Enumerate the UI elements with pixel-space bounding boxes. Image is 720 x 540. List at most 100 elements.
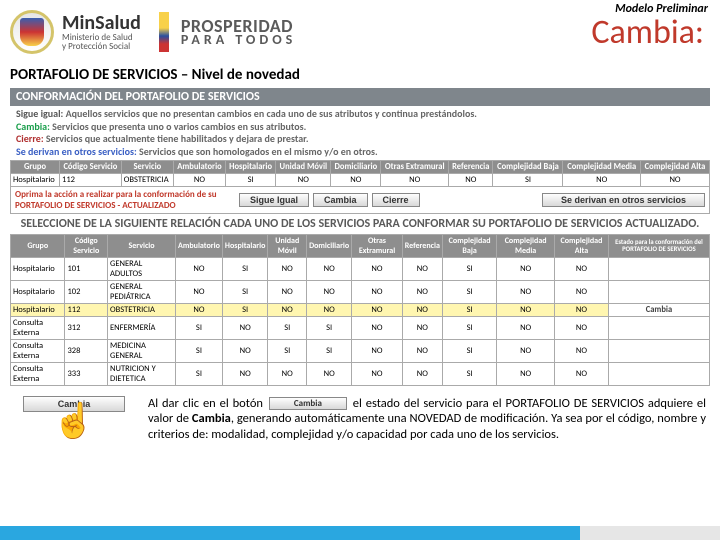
cambia-button[interactable]: Cambia: [313, 193, 368, 207]
footer-bar: [0, 526, 720, 540]
t2-cell: NO: [402, 316, 442, 339]
t2-cell: NO: [222, 362, 267, 385]
t2-cell: NO: [352, 257, 403, 280]
relacion-heading: SELECCIONE DE LA SIGUIENTE RELACIÓN CADA…: [10, 218, 710, 232]
t2-header: Complejidad Alta: [554, 234, 608, 257]
t2-cell: NO: [497, 362, 555, 385]
explain-pre: Al dar clic en el botón: [148, 396, 263, 411]
t1-cell: SI: [225, 174, 275, 187]
t2-cell: 333: [65, 362, 108, 385]
brand-text: MinSalud: [62, 13, 141, 33]
t2-cell: SI: [442, 257, 496, 280]
t1-cell: NO: [331, 174, 381, 187]
t2-cell: SI: [307, 339, 352, 362]
t2-cell: NO: [402, 303, 442, 316]
legend-derivan-label: Se derivan en otros servicios:: [16, 145, 137, 158]
t2-header: Unidad Móvil: [268, 234, 307, 257]
t2-cell: SI: [442, 362, 496, 385]
table-row: Consulta Externa333NUTRICION Y DIETETICA…: [11, 362, 710, 385]
prosperidad-logo: PROSPERIDAD PARA TODOS: [181, 18, 296, 47]
t2-cell: SI: [268, 316, 307, 339]
hand-pointer-icon: ☝: [14, 412, 134, 432]
t2-cell: Consulta Externa: [11, 362, 65, 385]
t1-header: Ambulatorio: [174, 161, 226, 174]
t1-header: Complejidad Baja: [493, 161, 563, 174]
t2-cell: SI: [222, 303, 267, 316]
t2-cell: Hospitalario: [11, 280, 65, 303]
legend-derivan-text: Servicios que son homologados en el mism…: [139, 145, 378, 158]
t2-cell: NO: [554, 362, 608, 385]
t2-cell: OBSTETRICIA: [108, 303, 176, 316]
t1-header: Referencia: [449, 161, 493, 174]
t2-cell: NO: [554, 280, 608, 303]
t2-cell: 102: [65, 280, 108, 303]
oprima-l1: Oprima la acción a realizar para la conf…: [15, 189, 235, 200]
t2-header: Referencia: [402, 234, 442, 257]
t2-cell: Hospitalario: [11, 257, 65, 280]
t2-cell: NO: [497, 316, 555, 339]
t2-cell: NO: [176, 280, 223, 303]
t2-cell: NO: [402, 362, 442, 385]
t2-cell: NO: [497, 303, 555, 316]
t2-cell: NO: [402, 280, 442, 303]
t2-header: Ambulatorio: [176, 234, 223, 257]
t2-cell: NO: [497, 280, 555, 303]
t2-cell: GENERAL ADULTOS: [108, 257, 176, 280]
t1-cell: NO: [276, 174, 331, 187]
t1-cell: SI: [493, 174, 563, 187]
t2-cell: GENERAL PEDIÁTRICA: [108, 280, 176, 303]
t1-cell: NO: [174, 174, 226, 187]
t2-cell: NO: [307, 280, 352, 303]
t2-cell: NO: [222, 316, 267, 339]
t2-cell: NO: [352, 339, 403, 362]
t1-cell: NO: [449, 174, 493, 187]
t2-cell: [608, 316, 709, 339]
explain-bold: Cambia: [192, 411, 231, 426]
t2-cell: SI: [442, 303, 496, 316]
sigue-igual-button[interactable]: Sigue Igual: [239, 193, 309, 207]
t1-header: Unidad Móvil: [276, 161, 331, 174]
t1-cell: OBSTETRICIA: [121, 174, 173, 187]
t2-cell: NO: [307, 257, 352, 280]
t2-header: Grupo: [11, 234, 65, 257]
t1-header: Complejidad Alta: [641, 161, 710, 174]
t2-cell: NO: [554, 316, 608, 339]
cierre-button[interactable]: Cierre: [372, 193, 420, 207]
t1-header: Grupo: [11, 161, 60, 174]
legend-sigue-text: Aquellos servicios que no presentan camb…: [66, 107, 477, 120]
t2-cell: SI: [176, 362, 223, 385]
t2-cell: Hospitalario: [11, 303, 65, 316]
table-portafolio: GrupoCódigo ServicioServicioAmbulatorioH…: [10, 234, 710, 386]
t2-cell: SI: [222, 257, 267, 280]
t2-cell: NO: [176, 257, 223, 280]
t2-cell: NO: [222, 339, 267, 362]
table-row: Consulta Externa328MEDICINA GENERALSINOS…: [11, 339, 710, 362]
table-row: Consulta Externa312ENFERMERÍASINOSISINON…: [11, 316, 710, 339]
explain-post: , generando automáticamente una NOVEDAD …: [148, 411, 706, 442]
t2-cell: SI: [268, 339, 307, 362]
prosperidad-l2: PARA TODOS: [181, 34, 296, 47]
t2-cell: NUTRICION Y DIETETICA: [108, 362, 176, 385]
t2-cell: [608, 257, 709, 280]
t1-header: Servicio: [121, 161, 173, 174]
section-band: CONFORMACIÓN DEL PORTAFOLIO DE SERVICIOS: [10, 88, 710, 106]
t2-cell: 312: [65, 316, 108, 339]
table-service-row: GrupoCódigo ServicioServicioAmbulatorioH…: [10, 160, 710, 187]
t2-cell: SI: [176, 339, 223, 362]
demo-button-area: Cambia ☝: [14, 396, 134, 443]
t2-header: Servicio: [108, 234, 176, 257]
t2-header: Hospitalario: [222, 234, 267, 257]
t2-cell: NO: [352, 316, 403, 339]
flag-icon: [159, 12, 169, 52]
explanation-text: Al dar clic en el botón Cambia el estado…: [148, 396, 706, 443]
derivan-button[interactable]: Se derivan en otros servicios: [542, 193, 705, 207]
t2-cell: 328: [65, 339, 108, 362]
t2-cell: NO: [352, 303, 403, 316]
table-row: Hospitalario101GENERAL ADULTOSNOSINONONO…: [11, 257, 710, 280]
t2-cell: SI: [442, 280, 496, 303]
legend-cierre-label: Cierre:: [16, 132, 44, 145]
t1-cell: NO: [381, 174, 449, 187]
t2-cell: NO: [352, 362, 403, 385]
t1-cell: NO: [563, 174, 641, 187]
t2-header: Complejidad Baja: [442, 234, 496, 257]
